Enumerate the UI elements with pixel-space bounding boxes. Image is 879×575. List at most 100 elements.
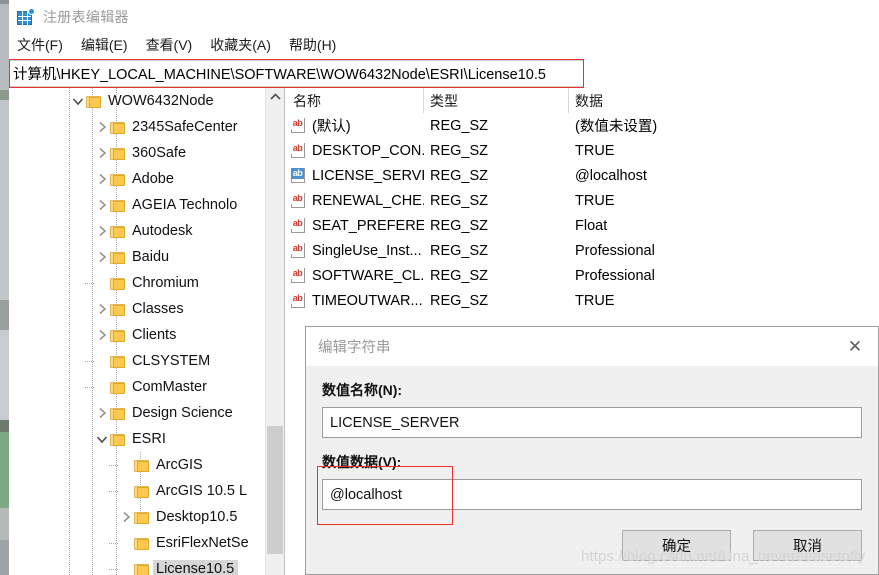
table-row[interactable]: ab LICENSE_SERVER REG_SZ @localhost <box>287 163 879 188</box>
tree-item-baidu[interactable]: Baidu <box>9 244 265 270</box>
registry-editor-icon <box>17 7 35 26</box>
tree-item-arcgis-10.5-l[interactable]: ArcGIS 10.5 L <box>9 478 265 504</box>
tree-item-label: AGEIA Technolo <box>132 197 238 213</box>
value-type-cell: REG_SZ <box>430 217 489 234</box>
column-header-data[interactable]: 数据 <box>569 88 869 113</box>
value-name-cell: ab LICENSE_SERVER <box>287 167 424 184</box>
value-data-input[interactable]: @localhost <box>322 479 862 510</box>
tree-item-clsystem[interactable]: CLSYSTEM <box>9 348 265 374</box>
value-data-cell: Float <box>575 217 608 234</box>
string-value-icon: ab <box>291 267 307 284</box>
tree-item-chromium[interactable]: Chromium <box>9 270 265 296</box>
tree-item-clients[interactable]: Clients <box>9 322 265 348</box>
close-icon[interactable]: ✕ <box>832 327 878 366</box>
tree-item-wow6432node[interactable]: WOW6432Node <box>9 88 265 114</box>
watermark-text: https://blog.csdn.net/Una_nevereeasetofl… <box>581 548 866 565</box>
chevron-down-icon[interactable] <box>94 426 110 452</box>
tree-item-autodesk[interactable]: Autodesk <box>9 218 265 244</box>
chevron-right-icon[interactable] <box>94 244 110 270</box>
value-data-cell: TRUE <box>575 192 615 209</box>
value-name-text: RENEWAL_CHE... <box>312 192 424 209</box>
tree-item-label: 2345SafeCenter <box>132 119 238 135</box>
tree-item-license10.5[interactable]: License10.5 <box>9 556 265 575</box>
tree-item-label: ComMaster <box>132 379 207 395</box>
value-name-input[interactable]: LICENSE_SERVER <box>322 407 862 438</box>
tree-indent-spacer <box>118 556 134 575</box>
folder-icon <box>110 303 125 316</box>
tree-indent-spacer <box>94 270 110 296</box>
tree-item-360safe[interactable]: 360Safe <box>9 140 265 166</box>
scroll-up-icon[interactable] <box>266 88 284 105</box>
address-bar[interactable]: 计算机\HKEY_LOCAL_MACHINE\SOFTWARE\WOW6432N… <box>9 60 584 87</box>
registry-tree[interactable]: WOW6432Node 2345SafeCenter 360Safe Adobe AGE… <box>9 88 265 575</box>
tree-item-esriflexnetse[interactable]: EsriFlexNetSe <box>9 530 265 556</box>
string-value-icon: ab <box>291 142 307 159</box>
value-name-cell: ab SOFTWARE_CL... <box>287 267 424 284</box>
column-header-type[interactable]: 类型 <box>424 88 569 113</box>
table-row[interactable]: ab RENEWAL_CHE... REG_SZ TRUE <box>287 188 879 213</box>
table-row[interactable]: ab SingleUse_Inst... REG_SZ Professional <box>287 238 879 263</box>
value-data-label: 数值数据(V): <box>322 454 402 470</box>
chevron-right-icon[interactable] <box>118 504 134 530</box>
tree-item-label: Autodesk <box>132 223 193 239</box>
scrollbar-thumb[interactable] <box>267 426 283 554</box>
chevron-right-icon[interactable] <box>94 296 110 322</box>
list-column-headers: 名称 类型 数据 <box>287 88 879 113</box>
table-row[interactable]: ab TIMEOUTWAR... REG_SZ TRUE <box>287 288 879 313</box>
folder-icon <box>110 329 125 342</box>
value-type-cell: REG_SZ <box>430 242 489 259</box>
string-value-icon: ab <box>291 192 307 209</box>
chevron-right-icon[interactable] <box>94 218 110 244</box>
value-type-cell: REG_SZ <box>430 267 489 284</box>
registry-editor-window: 注册表编辑器 文件(F) 编辑(E) 查看(V) 收藏夹(A) 帮助(H) 计算… <box>9 0 879 575</box>
table-row[interactable]: ab SEAT_PREFERE... REG_SZ Float <box>287 213 879 238</box>
chevron-right-icon[interactable] <box>94 166 110 192</box>
value-name-text: (默认) <box>312 119 351 135</box>
tree-item-classes[interactable]: Classes <box>9 296 265 322</box>
value-data-cell: Professional <box>575 267 655 284</box>
string-value-icon: ab <box>291 217 307 234</box>
value-name-cell: ab TIMEOUTWAR... <box>287 292 424 309</box>
tree-item-label: Design Science <box>132 405 233 421</box>
value-name-text: LICENSE_SERVER <box>312 167 424 184</box>
tree-indent-spacer <box>118 478 134 504</box>
tree-indent-spacer <box>118 530 134 556</box>
chevron-right-icon[interactable] <box>94 400 110 426</box>
chevron-right-icon[interactable] <box>94 140 110 166</box>
chevron-right-icon[interactable] <box>94 114 110 140</box>
folder-icon <box>110 199 125 212</box>
value-type-cell: REG_SZ <box>430 167 489 184</box>
table-row[interactable]: ab DESKTOP_CON... REG_SZ TRUE <box>287 138 879 163</box>
chevron-down-icon[interactable] <box>70 88 86 114</box>
table-row[interactable]: ab (默认) REG_SZ (数值未设置) <box>287 113 879 138</box>
tree-item-desktop10.5[interactable]: Desktop10.5 <box>9 504 265 530</box>
table-row[interactable]: ab SOFTWARE_CL... REG_SZ Professional <box>287 263 879 288</box>
value-name-cell: ab SEAT_PREFERE... <box>287 217 424 234</box>
title-bar: 注册表编辑器 <box>9 0 879 34</box>
folder-icon <box>134 511 149 524</box>
tree-item-2345safecenter[interactable]: 2345SafeCenter <box>9 114 265 140</box>
tree-item-arcgis[interactable]: ArcGIS <box>9 452 265 478</box>
tree-vertical-scrollbar[interactable] <box>265 88 284 575</box>
window-title: 注册表编辑器 <box>43 9 129 25</box>
value-name-text: TIMEOUTWAR... <box>312 292 423 309</box>
chevron-right-icon[interactable] <box>94 322 110 348</box>
tree-item-label: EsriFlexNetSe <box>156 535 249 551</box>
column-header-name[interactable]: 名称 <box>287 88 424 113</box>
menu-item-file[interactable]: 文件(F) <box>17 35 63 55</box>
chevron-right-icon[interactable] <box>94 192 110 218</box>
folder-icon <box>110 225 125 238</box>
menu-item-edit[interactable]: 编辑(E) <box>81 35 128 55</box>
value-data-cell: @localhost <box>575 167 647 184</box>
folder-icon <box>86 95 101 108</box>
tree-item-ageia-technolo[interactable]: AGEIA Technolo <box>9 192 265 218</box>
menu-item-view[interactable]: 查看(V) <box>146 35 193 55</box>
menu-item-help[interactable]: 帮助(H) <box>289 35 336 55</box>
menu-item-favorites[interactable]: 收藏夹(A) <box>210 35 271 55</box>
tree-item-adobe[interactable]: Adobe <box>9 166 265 192</box>
tree-indent-spacer <box>94 374 110 400</box>
tree-item-design-science[interactable]: Design Science <box>9 400 265 426</box>
folder-icon <box>110 121 125 134</box>
tree-item-commaster[interactable]: ComMaster <box>9 374 265 400</box>
tree-item-esri[interactable]: ESRI <box>9 426 265 452</box>
